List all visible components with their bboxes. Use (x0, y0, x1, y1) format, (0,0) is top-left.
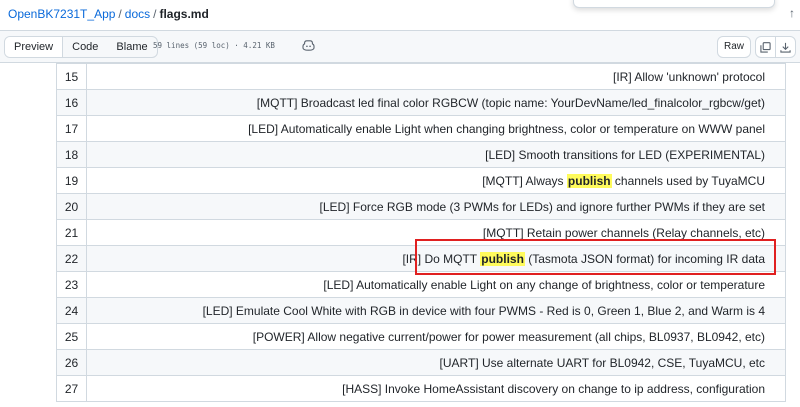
table-row: 19 [MQTT] Always publish channels used by… (56, 167, 786, 194)
flag-description-cell: [LED] Smooth transitions for LED (EXPERI… (86, 141, 786, 168)
table-row: 15 [IR] Allow 'unknown' protocol (56, 63, 786, 90)
flag-description-cell: [LED] Force RGB mode (3 PWMs for LEDs) a… (86, 193, 786, 220)
breadcrumb-repo-link[interactable]: OpenBK7231T_App (8, 7, 115, 21)
arrow-up-icon[interactable]: ↑ (789, 6, 795, 20)
flag-number-cell: 27 (56, 375, 87, 402)
file-action-group (755, 36, 797, 58)
flag-number-cell: 21 (56, 219, 87, 246)
flag-description-cell: [LED] Emulate Cool White with RGB in dev… (86, 297, 786, 324)
flag-number-cell: 18 (56, 141, 87, 168)
preview-tab[interactable]: Preview (5, 37, 64, 57)
popup-panel (573, 0, 775, 8)
breadcrumb-separator: / (153, 7, 157, 21)
flag-description-cell: [LED] Automatically enable Light when ch… (86, 115, 786, 142)
flag-number-cell: 26 (56, 349, 87, 376)
flag-number-cell: 20 (56, 193, 87, 220)
copy-icon[interactable] (756, 37, 777, 57)
file-meta: 59 lines (59 loc) · 4.21 KB (153, 41, 275, 50)
code-tab[interactable]: Code (63, 37, 107, 57)
table-row: 20 [LED] Force RGB mode (3 PWMs for LEDs)… (56, 193, 786, 220)
search-match-highlight: publish (566, 173, 612, 188)
description-text: channels used by TuyaMCU (611, 173, 765, 188)
flag-number-cell: 17 (56, 115, 87, 142)
copilot-icon[interactable] (302, 40, 315, 51)
flag-number-cell: 15 (56, 63, 87, 90)
flag-description-cell: [MQTT] Broadcast led final color RGBCW (… (86, 89, 786, 116)
flag-description-cell: [MQTT] Always publish channels used by T… (86, 167, 786, 194)
flag-number-cell: 23 (56, 271, 87, 298)
breadcrumb-separator: / (118, 7, 122, 21)
file-actions: Raw (717, 36, 800, 58)
breadcrumb-docs-link[interactable]: docs (125, 7, 150, 21)
annotation-highlight-box (415, 239, 776, 275)
description-text: [MQTT] Always (482, 173, 567, 188)
flag-number-cell: 24 (56, 297, 87, 324)
table-row: 23 [LED] Automatically enable Light on an… (56, 271, 786, 298)
flag-number-cell: 25 (56, 323, 87, 350)
flag-number-cell: 16 (56, 89, 87, 116)
flags-table: 15 [IR] Allow 'unknown' protocol 16 [MQTT] … (56, 63, 786, 402)
blame-tab[interactable]: Blame (107, 37, 156, 57)
table-row: 26 [UART] Use alternate UART for BL0942, … (56, 349, 786, 376)
file-toolbar: Preview Code Blame 59 lines (59 loc) · 4… (0, 30, 800, 63)
flag-description-cell: [HASS] Invoke HomeAssistant discovery on… (86, 375, 786, 402)
table-row: 17 [LED] Automatically enable Light when … (56, 115, 786, 142)
flag-number-cell: 22 (56, 245, 87, 272)
table-row: 24 [LED] Emulate Cool White with RGB in d… (56, 297, 786, 324)
table-row: 18 [LED] Smooth transitions for LED (EXPE… (56, 141, 786, 168)
download-icon[interactable] (776, 37, 795, 57)
table-row: 27 [HASS] Invoke HomeAssistant discovery … (56, 375, 786, 402)
flag-number-cell: 19 (56, 167, 87, 194)
flag-description-cell: [IR] Allow 'unknown' protocol (86, 63, 786, 90)
breadcrumb-current-file: flags.md (159, 7, 209, 21)
view-mode-switch: Preview Code Blame (4, 36, 158, 58)
table-row: 16 [MQTT] Broadcast led final color RGBCW… (56, 89, 786, 116)
flag-description-cell: [UART] Use alternate UART for BL0942, CS… (86, 349, 786, 376)
flag-description-cell: [LED] Automatically enable Light on any … (86, 271, 786, 298)
breadcrumb: OpenBK7231T_App / docs / flags.md (8, 7, 209, 21)
header-bar: OpenBK7231T_App / docs / flags.md ↑ (0, 0, 800, 30)
table-row: 25 [POWER] Allow negative current/power f… (56, 323, 786, 350)
flag-description-cell: [POWER] Allow negative current/power for… (86, 323, 786, 350)
raw-button[interactable]: Raw (717, 36, 752, 58)
